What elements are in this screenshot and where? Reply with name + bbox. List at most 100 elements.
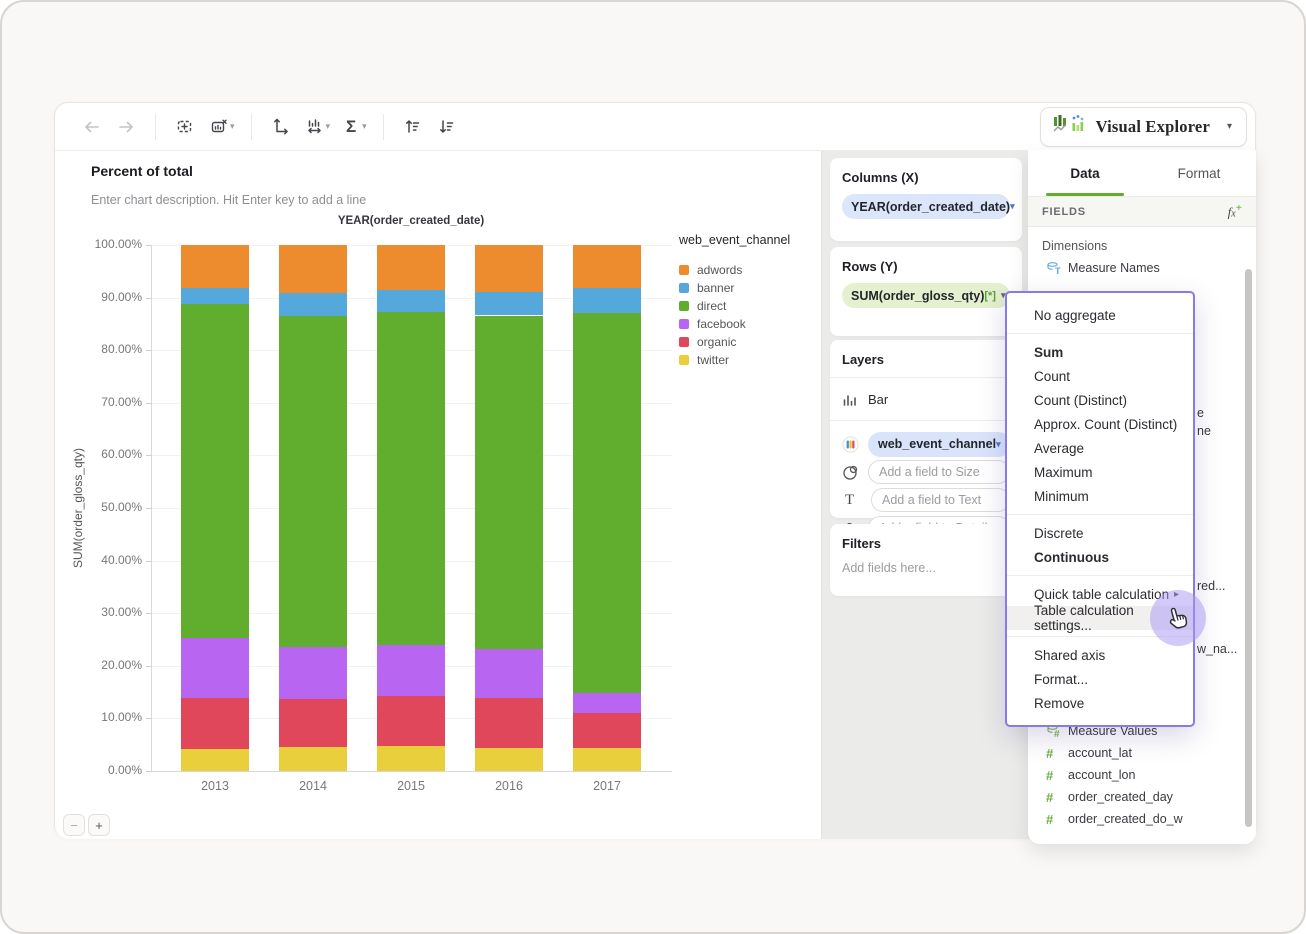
bar-segment-facebook[interactable] bbox=[573, 693, 641, 714]
stacked-bar[interactable] bbox=[475, 245, 543, 771]
legend-item-facebook[interactable]: facebook bbox=[679, 315, 790, 333]
stacked-bar[interactable] bbox=[377, 245, 445, 771]
zoom-in-button[interactable]: + bbox=[88, 814, 110, 836]
transpose-icon[interactable] bbox=[264, 111, 298, 143]
field-item-account_lat[interactable]: # account_lat bbox=[1028, 742, 1256, 764]
bar-segment-banner[interactable] bbox=[377, 290, 445, 312]
menu-item-shared-axis[interactable]: Shared axis bbox=[1007, 643, 1193, 667]
legend-item-adwords[interactable]: adwords bbox=[679, 261, 790, 279]
menu-item-average[interactable]: Average bbox=[1007, 436, 1193, 460]
stacked-bar[interactable] bbox=[279, 245, 347, 771]
number-icon: # bbox=[1046, 767, 1054, 783]
bar-segment-twitter[interactable] bbox=[475, 748, 543, 771]
bar-segment-organic[interactable] bbox=[377, 696, 445, 746]
menu-item-discrete[interactable]: Discrete bbox=[1007, 521, 1193, 545]
legend-item-organic[interactable]: organic bbox=[679, 333, 790, 351]
bar-segment-direct[interactable] bbox=[475, 315, 543, 649]
bar-segment-organic[interactable] bbox=[181, 697, 249, 749]
add-visual-icon[interactable] bbox=[168, 111, 202, 143]
bar-segment-twitter[interactable] bbox=[279, 746, 347, 771]
bar-segment-adwords[interactable] bbox=[475, 245, 543, 292]
bar-segment-banner[interactable] bbox=[475, 291, 543, 316]
bar-segment-twitter[interactable] bbox=[377, 745, 445, 771]
legend-item-twitter[interactable]: twitter bbox=[679, 351, 790, 369]
bar-segment-facebook[interactable] bbox=[475, 648, 543, 699]
bar-segment-direct[interactable] bbox=[377, 311, 445, 645]
resize-bars-caret-icon[interactable]: ▾ bbox=[326, 121, 331, 132]
color-pill-caret-icon[interactable]: ▾ bbox=[996, 439, 1001, 450]
bar-segment-direct[interactable] bbox=[279, 316, 347, 648]
bar-segment-banner[interactable] bbox=[573, 287, 641, 314]
bar-segment-adwords[interactable] bbox=[279, 245, 347, 293]
forward-icon[interactable] bbox=[109, 111, 143, 143]
menu-item-label: Shared axis bbox=[1034, 647, 1106, 663]
add-calculated-field-icon[interactable]: fx+ bbox=[1228, 202, 1242, 220]
y-tick-label: 50.00% bbox=[101, 500, 142, 514]
columns-field-pill[interactable]: YEAR(order_created_date) ▾ bbox=[842, 194, 1015, 219]
tab-data[interactable]: Data bbox=[1028, 150, 1142, 196]
field-item-measure_names[interactable]: T Measure Names bbox=[1028, 257, 1256, 279]
chart-title[interactable]: Percent of total bbox=[91, 163, 193, 179]
rows-field-pill[interactable]: SUM(order_gloss_qty) [*] ▾ bbox=[842, 283, 1010, 308]
menu-item-minimum[interactable]: Minimum bbox=[1007, 484, 1193, 508]
size-encoding-icon[interactable] bbox=[842, 464, 868, 481]
aggregate-caret-icon[interactable]: ▾ bbox=[362, 121, 367, 132]
sort-descending-icon[interactable] bbox=[430, 111, 464, 143]
bar-segment-banner[interactable] bbox=[279, 292, 347, 317]
visual-explorer-selector[interactable]: Visual Explorer ▾ bbox=[1039, 106, 1247, 147]
stacked-bar[interactable] bbox=[573, 245, 641, 771]
size-field-input[interactable]: Add a field to Size bbox=[868, 460, 1010, 484]
mark-type-row[interactable]: Bar bbox=[842, 388, 1010, 410]
bar-segment-banner[interactable] bbox=[181, 288, 249, 304]
menu-item-approx-count-distinct[interactable]: Approx. Count (Distinct) bbox=[1007, 412, 1193, 436]
bar-segment-organic[interactable] bbox=[475, 698, 543, 749]
field-item-order_created_do_w[interactable]: # order_created_do_w bbox=[1028, 808, 1256, 830]
legend-item-banner[interactable]: banner bbox=[679, 279, 790, 297]
fields-scrollbar[interactable] bbox=[1245, 269, 1252, 827]
field-item-account_lon[interactable]: # account_lon bbox=[1028, 764, 1256, 786]
bar-segment-twitter[interactable] bbox=[181, 748, 249, 771]
color-field-pill[interactable]: web_event_channel ▾ bbox=[868, 431, 1011, 457]
bar-segment-facebook[interactable] bbox=[181, 638, 249, 698]
mark-type-label: Bar bbox=[868, 391, 889, 407]
menu-item-no-aggregate[interactable]: No aggregate bbox=[1007, 303, 1193, 327]
filters-placeholder[interactable]: Add fields here... bbox=[842, 561, 1010, 575]
zoom-out-button[interactable]: − bbox=[63, 814, 85, 836]
tab-format[interactable]: Format bbox=[1142, 150, 1256, 196]
text-encoding-icon[interactable]: T bbox=[842, 492, 871, 509]
legend-item-direct[interactable]: direct bbox=[679, 297, 790, 315]
menu-item-format[interactable]: Format... bbox=[1007, 667, 1193, 691]
menu-item-maximum[interactable]: Maximum bbox=[1007, 460, 1193, 484]
bar-segment-adwords[interactable] bbox=[573, 245, 641, 288]
text-field-input[interactable]: Add a field to Text bbox=[871, 488, 1010, 512]
field-item-order_created_day[interactable]: # order_created_day bbox=[1028, 786, 1256, 808]
bar-segment-direct[interactable] bbox=[573, 313, 641, 694]
toolbar-divider bbox=[250, 113, 252, 140]
chart-description-placeholder[interactable]: Enter chart description. Hit Enter key t… bbox=[91, 193, 366, 207]
stacked-bar[interactable] bbox=[181, 245, 249, 771]
menu-item-count[interactable]: Count bbox=[1007, 364, 1193, 388]
abc-blue-icon: T bbox=[1046, 261, 1068, 275]
bar-mark-icon bbox=[842, 392, 868, 407]
bar-segment-organic[interactable] bbox=[279, 699, 347, 747]
y-tick-label: 20.00% bbox=[101, 657, 142, 672]
menu-item-count-distinct[interactable]: Count (Distinct) bbox=[1007, 388, 1193, 412]
menu-item-sum[interactable]: Sum bbox=[1007, 340, 1193, 364]
menu-item-remove[interactable]: Remove bbox=[1007, 691, 1193, 715]
bar-segment-twitter[interactable] bbox=[573, 748, 641, 771]
bar-segment-adwords[interactable] bbox=[181, 245, 249, 289]
back-icon[interactable] bbox=[75, 111, 109, 143]
bar-segment-facebook[interactable] bbox=[279, 647, 347, 700]
remove-visual-caret-icon[interactable]: ▾ bbox=[230, 121, 235, 132]
number-icon: # bbox=[1046, 789, 1054, 805]
color-encoding-icon[interactable] bbox=[842, 435, 868, 453]
bar-segment-direct[interactable] bbox=[181, 303, 249, 639]
columns-shelf-title: Columns (X) bbox=[842, 170, 919, 185]
columns-pill-caret-icon[interactable]: ▾ bbox=[1010, 201, 1015, 212]
menu-item-label: Minimum bbox=[1034, 488, 1089, 504]
menu-item-continuous[interactable]: Continuous bbox=[1007, 545, 1193, 569]
bar-segment-adwords[interactable] bbox=[377, 245, 445, 291]
sort-ascending-icon[interactable] bbox=[396, 111, 430, 143]
bar-segment-facebook[interactable] bbox=[377, 644, 445, 697]
bar-segment-organic[interactable] bbox=[573, 713, 641, 749]
